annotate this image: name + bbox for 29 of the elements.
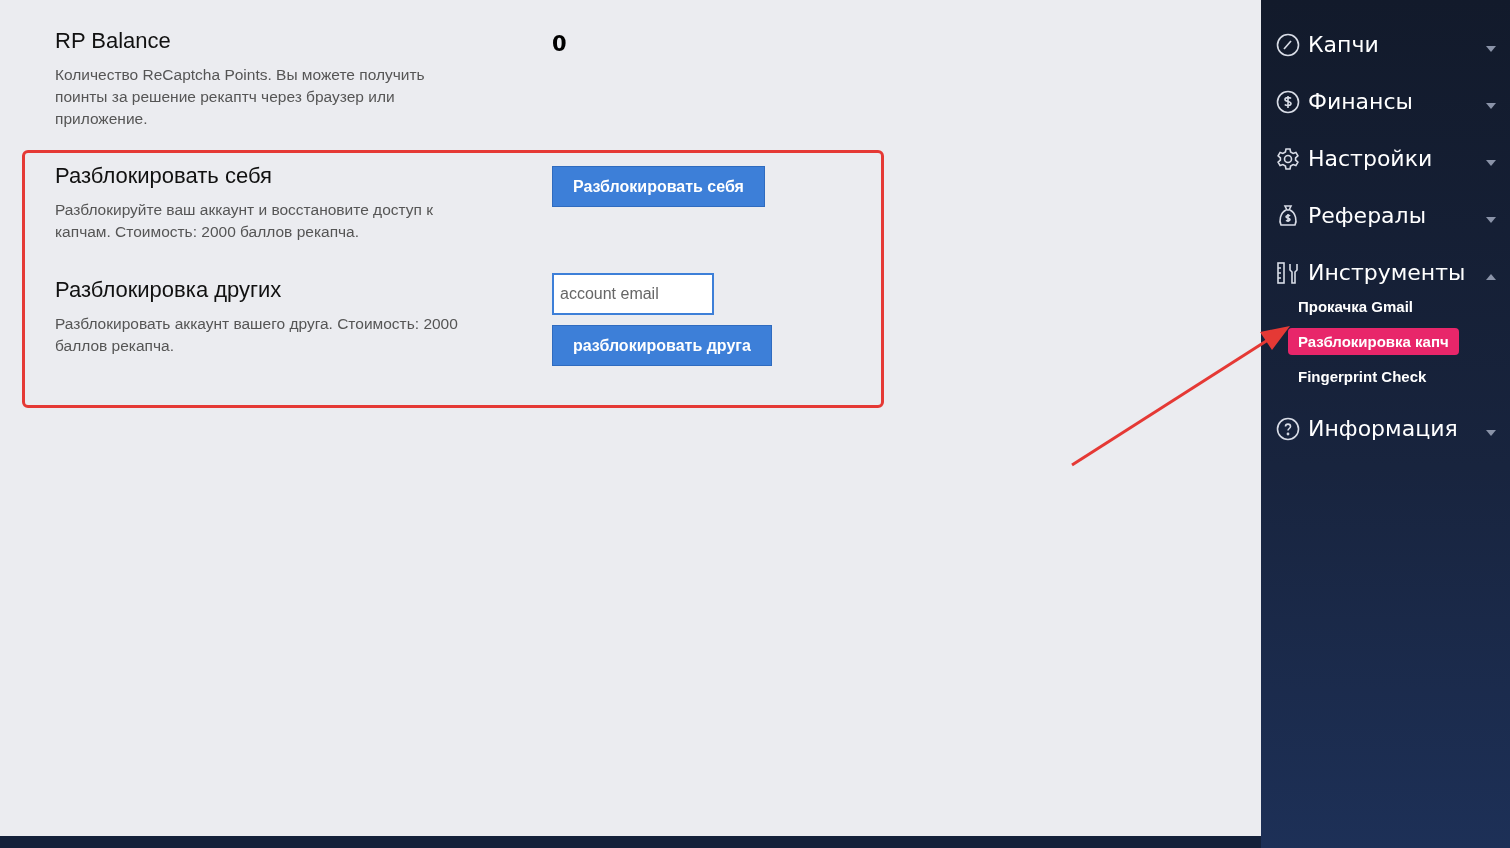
tools-icon xyxy=(1276,260,1300,285)
section-title: Разблокировать себя xyxy=(55,163,273,189)
section-title: Разблокировка других xyxy=(55,277,283,303)
submenu-item[interactable]: Fingerprint Check xyxy=(1288,363,1437,390)
email-field[interactable]: account email xyxy=(552,273,714,315)
section-description: Количество ReCaptcha Points. Вы можете получить поинты за решение рекаптч через браузер или приложение. xyxy=(55,65,426,129)
gauge-icon xyxy=(1276,32,1300,57)
caret-icon xyxy=(1486,273,1496,280)
caret-icon xyxy=(1486,429,1496,436)
dollar-icon xyxy=(1276,89,1300,114)
section-description: Разблокировать аккаунт вашего друга. Стоимость: 2000 баллов рекапча. xyxy=(55,314,459,356)
section-description: Разблокируйте ваш аккаунт и восстановите доступ к капчам. Стоимость: 2000 баллов рекапча. xyxy=(55,200,434,242)
section-title: RP Balance xyxy=(55,28,172,54)
submenu-item[interactable]: Разблокировка капч xyxy=(1288,328,1459,355)
unlock-self-button[interactable]: Разблокировать себя xyxy=(552,166,765,207)
money-bag-icon xyxy=(1276,203,1300,228)
nav-item[interactable]: Финансы xyxy=(1276,73,1496,130)
nav-item[interactable]: Информация xyxy=(1276,400,1496,457)
caret-icon xyxy=(1486,45,1496,52)
settings-icon xyxy=(1276,146,1300,171)
balance-value: 0 xyxy=(552,32,567,56)
nav-item[interactable]: Настройки xyxy=(1276,130,1496,187)
nav-item[interactable]: Рефералы xyxy=(1276,187,1496,244)
caret-icon xyxy=(1486,159,1496,166)
nav-item[interactable]: Капчи xyxy=(1276,16,1496,73)
help-icon xyxy=(1276,416,1300,441)
caret-icon xyxy=(1486,216,1496,223)
unlock-friend-button[interactable]: разблокировать друга xyxy=(552,325,772,366)
caret-icon xyxy=(1486,102,1496,109)
